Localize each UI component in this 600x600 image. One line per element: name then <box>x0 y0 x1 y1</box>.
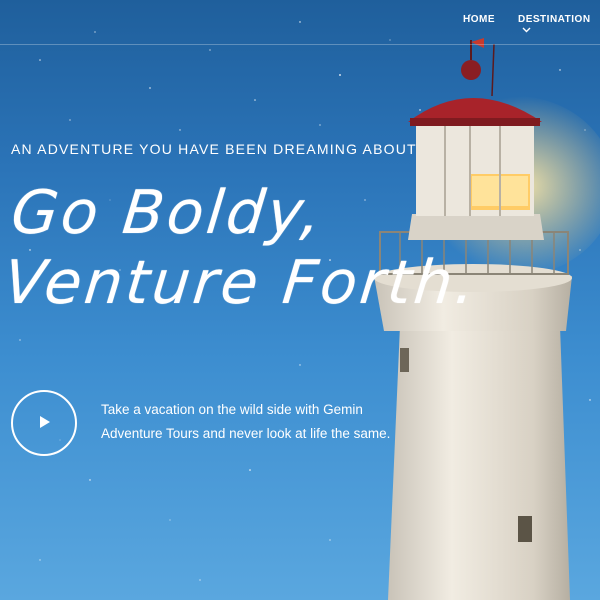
play-icon <box>40 416 50 428</box>
chevron-down-icon <box>522 25 531 36</box>
nav-destination-label: DESTINATION <box>518 14 591 25</box>
nav-destination-menu[interactable]: DESTINATION <box>518 14 600 37</box>
headline-line-2: Venture Forth. <box>0 248 482 318</box>
nav-home-link[interactable]: HOME <box>463 14 495 25</box>
headline-line-1: Go Boldy, <box>8 178 328 248</box>
lighthouse-image <box>374 38 600 600</box>
hero-description: Take a vacation on the wild side with Ge… <box>101 402 391 441</box>
hero-tagline: AN ADVENTURE YOU HAVE BEEN DREAMING ABOU… <box>11 141 417 157</box>
top-navigation: HOME DESTINATION <box>0 0 600 45</box>
play-video-button[interactable] <box>11 390 77 456</box>
hero-headline: Go Boldy, Venture Forth. <box>1 178 496 318</box>
